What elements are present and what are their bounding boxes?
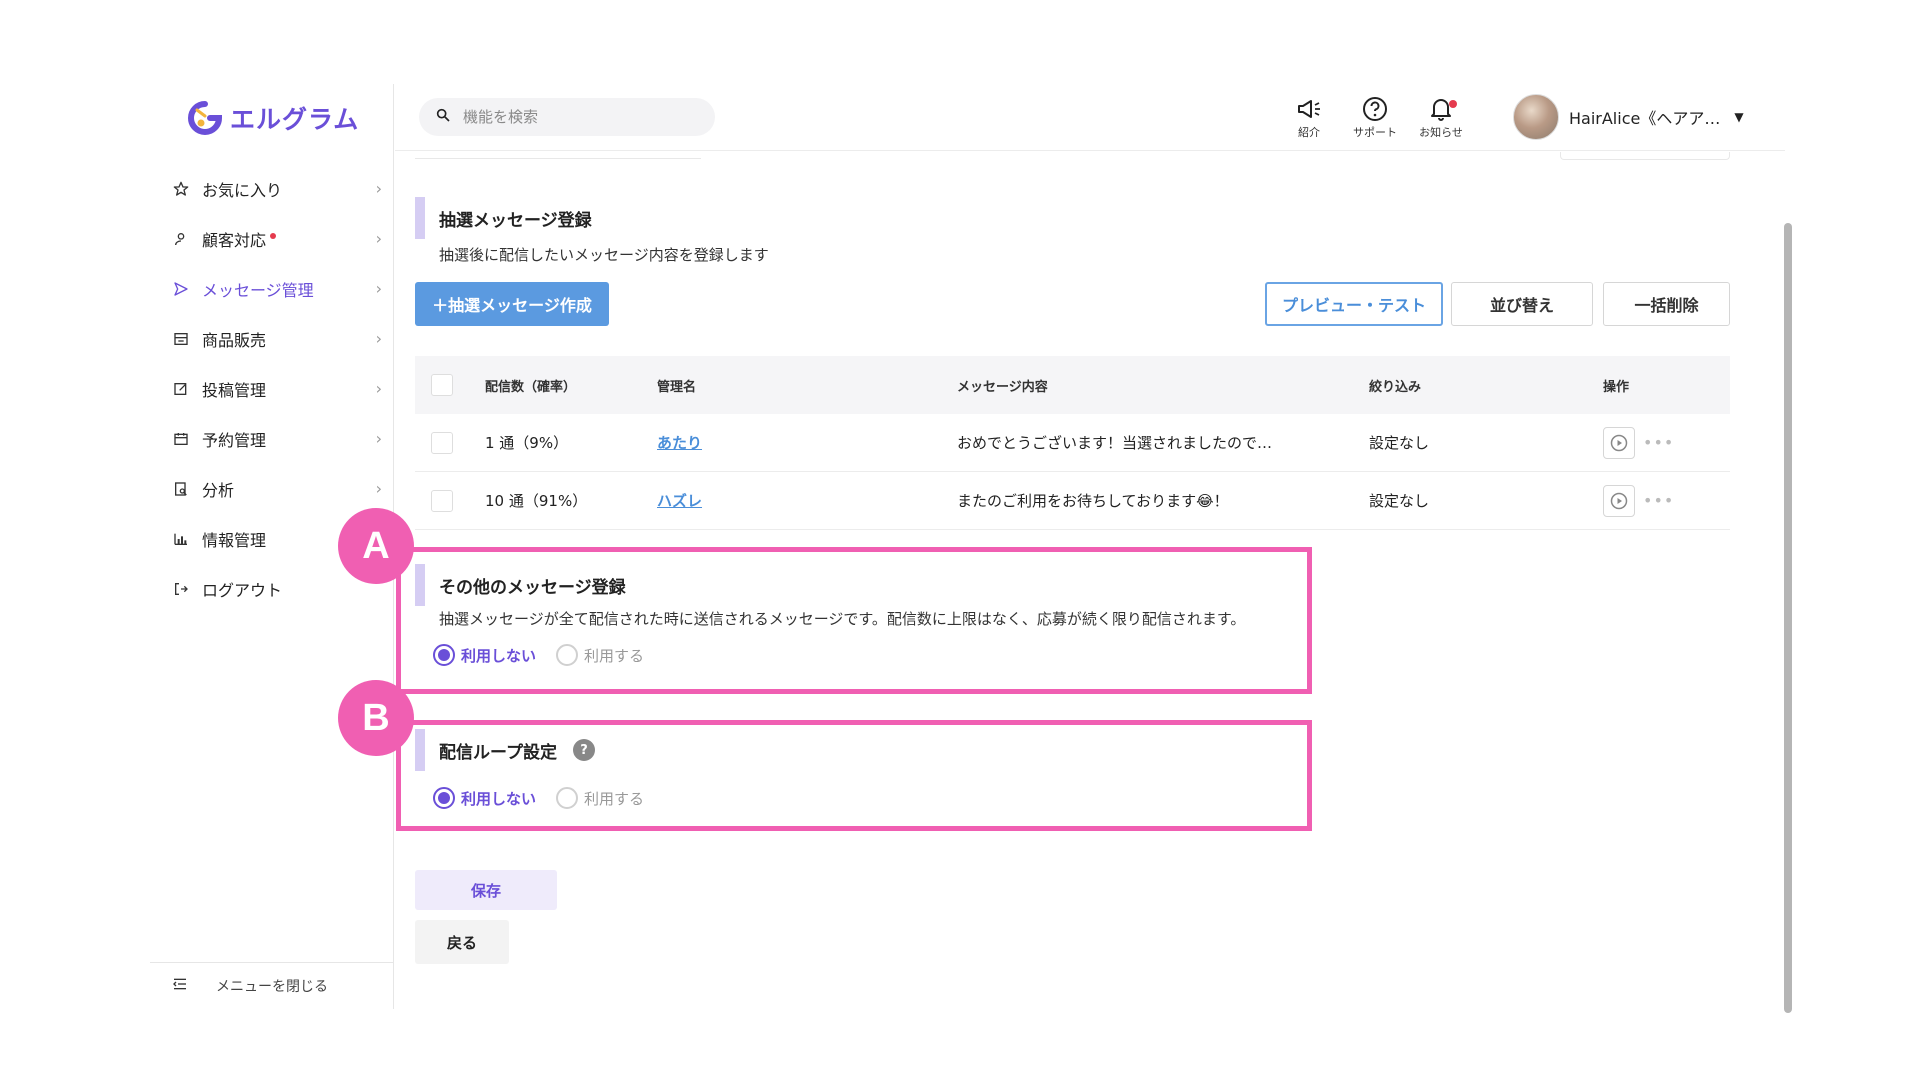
support-label: サポート (1353, 126, 1397, 139)
chevron-right-icon: › (375, 229, 382, 248)
column-header: メッセージ内容 (957, 379, 1048, 395)
sidebar-item-label: 分析 (202, 481, 235, 500)
row-name-link[interactable]: あたり (657, 434, 702, 452)
sidebar-item-label: 投稿管理 (202, 381, 267, 400)
sidebar-item-label: 商品販売 (202, 331, 267, 350)
calendar-icon (170, 428, 192, 450)
select-all-checkbox[interactable] (431, 374, 453, 396)
caret-down-icon: ▼ (1734, 110, 1744, 124)
sidebar-item-analysis[interactable]: 分析 › (170, 464, 382, 514)
row-count: 1 通（9%） (485, 434, 569, 452)
avatar (1513, 94, 1559, 140)
user-icon (170, 228, 192, 250)
chevron-right-icon: › (375, 379, 382, 398)
intro-label: 紹介 (1298, 126, 1320, 139)
store-icon (170, 328, 192, 350)
notification-dot (1449, 100, 1457, 108)
row-checkbox[interactable] (431, 489, 453, 512)
search-icon (435, 107, 451, 127)
play-icon[interactable] (1603, 484, 1635, 517)
save-button[interactable]: 保存 (415, 870, 557, 910)
logo[interactable]: エルグラム (188, 100, 359, 136)
column-header: 絞り込み (1369, 379, 1422, 395)
megaphone-icon (1279, 94, 1339, 124)
intro-button[interactable]: 紹介 (1279, 94, 1339, 140)
chevron-right-icon: › (375, 279, 382, 298)
notice-button[interactable]: お知らせ (1411, 94, 1471, 140)
sidebar-item-posts[interactable]: 投稿管理 › (170, 364, 382, 414)
bell-icon (1411, 94, 1471, 124)
send-icon (170, 278, 192, 300)
search-input[interactable] (463, 108, 693, 126)
lottery-section-title: 抽選メッセージ登録 (415, 197, 592, 239)
search-bar (419, 98, 715, 136)
user-menu[interactable]: HairAlice《ヘアア… ▼ (1513, 94, 1744, 140)
edit-icon (170, 378, 192, 400)
support-button[interactable]: サポート (1345, 94, 1405, 140)
row-message: おめでとうございます！当選されましたので… (957, 434, 1273, 452)
create-lottery-message-button[interactable]: ＋抽選メッセージ作成 (415, 282, 609, 326)
row-count: 10 通（91%） (485, 492, 588, 510)
sidebar-item-label: メッセージ管理 (202, 281, 314, 300)
row-filter: 設定なし (1369, 434, 1430, 452)
more-options-icon[interactable]: ••• (1643, 491, 1674, 510)
table-row: 1 通（9%） あたり おめでとうございます！当選されましたので… 設定なし •… (415, 414, 1730, 472)
scrollbar[interactable] (1784, 223, 1792, 1013)
sidebar-item-customer[interactable]: 顧客対応 › (170, 214, 382, 264)
table-row: 10 通（91%） ハズレ またのご利用をお待ちしております😂！ 設定なし ••… (415, 472, 1730, 530)
chevron-right-icon: › (375, 179, 382, 198)
section-accent-bar (415, 197, 425, 239)
sidebar-item-label: 予約管理 (202, 431, 267, 450)
divider (1560, 152, 1730, 160)
sidebar-item-reservation[interactable]: 予約管理 › (170, 414, 382, 464)
sidebar-item-label: お気に入り (202, 181, 283, 200)
analysis-icon (170, 478, 192, 500)
lottery-description: 抽選後に配信したいメッセージ内容を登録します (439, 246, 769, 264)
sidebar-item-sales[interactable]: 商品販売 › (170, 314, 382, 364)
sort-button[interactable]: 並び替え (1451, 282, 1593, 326)
sidebar-item-label: ログアウト (202, 581, 283, 600)
chevron-right-icon: › (375, 479, 382, 498)
logo-mark-icon (188, 101, 223, 135)
sidebar-item-label: 顧客対応 (202, 231, 267, 250)
annotation-box-b (396, 720, 1312, 831)
logo-text: エルグラム (230, 105, 360, 134)
chevron-right-icon: › (375, 329, 382, 348)
notification-dot (270, 233, 277, 239)
more-options-icon[interactable]: ••• (1643, 433, 1674, 452)
row-name-link[interactable]: ハズレ (657, 492, 702, 510)
app-root: エルグラム お気に入り › 顧客対応 › メッセージ管理 › 商品販売 › 投稿… (0, 0, 1920, 1080)
sidebar-item-favorites[interactable]: お気に入り › (170, 164, 382, 214)
star-icon (170, 178, 192, 200)
column-header: 管理名 (657, 379, 697, 395)
lottery-title: 抽選メッセージ登録 (439, 210, 592, 231)
annotation-box-a (396, 547, 1312, 694)
row-filter: 設定なし (1369, 492, 1430, 510)
close-menu-button[interactable]: メニューを閉じる (150, 962, 394, 1009)
row-checkbox[interactable] (431, 431, 453, 454)
table-header: 配信数（確率） 管理名 メッセージ内容 絞り込み 操作 (415, 356, 1730, 414)
divider (415, 158, 701, 159)
notice-label: お知らせ (1419, 126, 1463, 139)
play-icon[interactable] (1603, 426, 1635, 459)
lottery-table: 配信数（確率） 管理名 メッセージ内容 絞り込み 操作 1 通（9%） あたり … (415, 356, 1730, 530)
bar-chart-icon (170, 528, 192, 550)
annotation-badge-a: A (338, 508, 414, 584)
user-name: HairAlice《ヘアア… (1569, 109, 1721, 128)
column-header: 操作 (1603, 379, 1630, 395)
annotation-badge-b: B (338, 680, 414, 756)
logout-icon (170, 578, 192, 600)
menu-collapse-icon (172, 976, 188, 996)
chevron-right-icon: › (375, 429, 382, 448)
column-header: 配信数（確率） (485, 379, 577, 395)
top-header: 紹介 サポート お知らせ HairAlice《ヘアア… ▼ (395, 84, 1785, 151)
row-message: またのご利用をお待ちしております😂！ (957, 492, 1229, 510)
bulk-delete-button[interactable]: 一括削除 (1603, 282, 1730, 326)
sidebar-item-message[interactable]: メッセージ管理 › (170, 264, 382, 314)
back-button[interactable]: 戻る (415, 920, 509, 964)
sidebar-item-label: 情報管理 (202, 531, 267, 550)
help-circle-icon (1345, 94, 1405, 124)
close-menu-label: メニューを閉じる (216, 979, 328, 995)
preview-test-button[interactable]: プレビュー・テスト (1265, 282, 1443, 326)
